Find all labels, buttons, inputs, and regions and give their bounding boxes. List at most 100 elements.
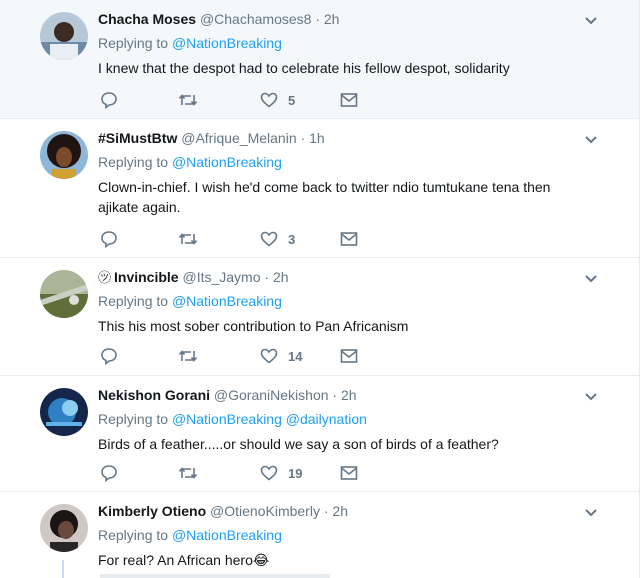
replying-to: Replying to @NationBreaking bbox=[98, 34, 282, 53]
display-name[interactable]: Nekishon Gorani bbox=[98, 387, 210, 403]
replying-label: Replying to bbox=[98, 154, 169, 170]
like-button[interactable]: 5 bbox=[260, 90, 295, 110]
tweet-header: #SiMustBtw @Afrique_Melanin · 1h bbox=[98, 129, 325, 148]
tweet-text: Birds of a feather.....or should we say … bbox=[98, 436, 499, 452]
timestamp[interactable]: 2h bbox=[324, 11, 340, 27]
timestamp[interactable]: 2h bbox=[332, 503, 348, 519]
like-button[interactable]: 19 bbox=[260, 463, 302, 483]
mention-link[interactable]: @NationBreaking bbox=[172, 35, 282, 51]
screen-name[interactable]: @GoraniNekishon bbox=[214, 387, 329, 403]
avatar[interactable] bbox=[40, 131, 88, 179]
reply-tweet[interactable]: Chacha Moses @Chachamoses8 · 2h Replying… bbox=[0, 0, 640, 119]
retweet-button[interactable] bbox=[178, 90, 198, 110]
envelope-icon bbox=[340, 93, 358, 107]
separator: · bbox=[264, 269, 270, 285]
like-button[interactable]: 14 bbox=[260, 346, 302, 366]
avatar[interactable] bbox=[40, 270, 88, 318]
replying-to: Replying to @NationBreaking bbox=[98, 153, 282, 172]
reply-tweet[interactable]: Kimberly Otieno @OtienoKimberly · 2h Rep… bbox=[0, 492, 640, 578]
chevron-down-icon[interactable] bbox=[583, 504, 599, 520]
heart-icon bbox=[260, 348, 278, 364]
tweet-actions: 14 bbox=[98, 346, 398, 366]
reply-icon bbox=[101, 231, 117, 248]
reply-tweet[interactable]: Nekishon Gorani @GoraniNekishon · 2h Rep… bbox=[0, 376, 640, 492]
reply-button[interactable] bbox=[100, 463, 118, 483]
mention-link[interactable]: @NationBreaking bbox=[172, 293, 282, 309]
direct-message-button[interactable] bbox=[340, 346, 358, 366]
replying-to: Replying to @NationBreaking bbox=[98, 292, 282, 311]
screen-name[interactable]: @Its_Jaymo bbox=[182, 269, 260, 285]
envelope-icon bbox=[340, 232, 358, 246]
mention-link[interactable]: @NationBreaking bbox=[172, 411, 282, 427]
chevron-down-icon[interactable] bbox=[583, 131, 599, 147]
horizontal-scrollbar[interactable] bbox=[100, 574, 330, 578]
retweet-icon bbox=[178, 467, 198, 479]
reply-icon bbox=[101, 465, 117, 482]
display-name[interactable]: Kimberly Otieno bbox=[98, 503, 206, 519]
chevron-down-icon[interactable] bbox=[583, 12, 599, 28]
thread-connector bbox=[62, 560, 64, 578]
heart-icon bbox=[260, 465, 278, 481]
reply-button[interactable] bbox=[100, 90, 118, 110]
separator: · bbox=[315, 11, 320, 27]
chevron-down-icon[interactable] bbox=[583, 270, 599, 286]
reply-button[interactable] bbox=[100, 229, 118, 249]
avatar[interactable] bbox=[40, 388, 88, 436]
tweet-actions: 19 bbox=[98, 463, 398, 483]
profile-badge: ㋡ bbox=[98, 270, 112, 285]
timestamp[interactable]: 2h bbox=[273, 269, 289, 285]
retweet-icon bbox=[178, 350, 198, 362]
separator: · bbox=[323, 503, 329, 519]
retweet-icon bbox=[178, 94, 198, 106]
screen-name[interactable]: @Chachamoses8 bbox=[200, 11, 312, 27]
mention-link[interactable]: @NationBreaking bbox=[172, 154, 282, 170]
direct-message-button[interactable] bbox=[340, 463, 358, 483]
timestamp[interactable]: 2h bbox=[341, 387, 357, 403]
mention-link[interactable]: @dailynation bbox=[286, 411, 367, 427]
avatar[interactable] bbox=[40, 12, 88, 60]
chevron-down-icon[interactable] bbox=[583, 388, 599, 404]
reply-tweet[interactable]: ㋡ Invincible @Its_Jaymo · 2h Replying to … bbox=[0, 258, 640, 376]
screen-name[interactable]: @Afrique_Melanin bbox=[181, 130, 296, 146]
direct-message-button[interactable] bbox=[340, 90, 358, 110]
tweet-header: Nekishon Gorani @GoraniNekishon · 2h bbox=[98, 386, 357, 405]
like-count: 19 bbox=[288, 465, 303, 481]
separator: · bbox=[332, 387, 338, 403]
separator: · bbox=[300, 130, 306, 146]
retweet-button[interactable] bbox=[178, 346, 198, 366]
retweet-button[interactable] bbox=[178, 229, 198, 249]
retweet-icon bbox=[178, 233, 198, 245]
replying-label: Replying to bbox=[98, 35, 169, 51]
timestamp[interactable]: 1h bbox=[309, 130, 325, 146]
tweet-text: Clown-in-chief. I wish he'd come back to… bbox=[98, 179, 551, 215]
tweet-actions: 3 bbox=[98, 229, 398, 249]
screen-name[interactable]: @OtienoKimberly bbox=[210, 503, 320, 519]
heart-icon bbox=[260, 92, 278, 108]
replying-to: Replying to @NationBreaking bbox=[98, 526, 282, 545]
like-button[interactable]: 3 bbox=[260, 229, 295, 249]
replying-label: Replying to bbox=[98, 293, 169, 309]
like-count: 14 bbox=[288, 348, 303, 364]
reply-icon bbox=[101, 348, 117, 365]
mention-link[interactable]: @NationBreaking bbox=[172, 527, 282, 543]
tweet-header: ㋡ Invincible @Its_Jaymo · 2h bbox=[98, 268, 289, 287]
direct-message-button[interactable] bbox=[340, 229, 358, 249]
heart-icon bbox=[260, 231, 278, 247]
like-count: 3 bbox=[288, 231, 296, 247]
reply-tweet[interactable]: #SiMustBtw @Afrique_Melanin · 1h Replyin… bbox=[0, 119, 640, 258]
retweet-button[interactable] bbox=[178, 463, 198, 483]
tweet-text: I knew that the despot had to celebrate … bbox=[98, 60, 510, 76]
display-name[interactable]: Invincible bbox=[114, 269, 179, 285]
display-name[interactable]: #SiMustBtw bbox=[98, 130, 177, 146]
tweet-header: Chacha Moses @Chachamoses8 · 2h bbox=[98, 10, 339, 29]
avatar[interactable] bbox=[40, 504, 88, 552]
tweet-actions: 5 bbox=[98, 90, 398, 110]
reply-icon bbox=[101, 92, 117, 109]
tweet-text: This his most sober contribution to Pan … bbox=[98, 318, 409, 334]
like-count: 5 bbox=[288, 92, 296, 108]
replying-label: Replying to bbox=[98, 411, 169, 427]
reply-button[interactable] bbox=[100, 346, 118, 366]
display-name[interactable]: Chacha Moses bbox=[98, 11, 196, 27]
envelope-icon bbox=[340, 349, 358, 363]
tweet-text: For real? An African hero😂 bbox=[98, 552, 270, 568]
